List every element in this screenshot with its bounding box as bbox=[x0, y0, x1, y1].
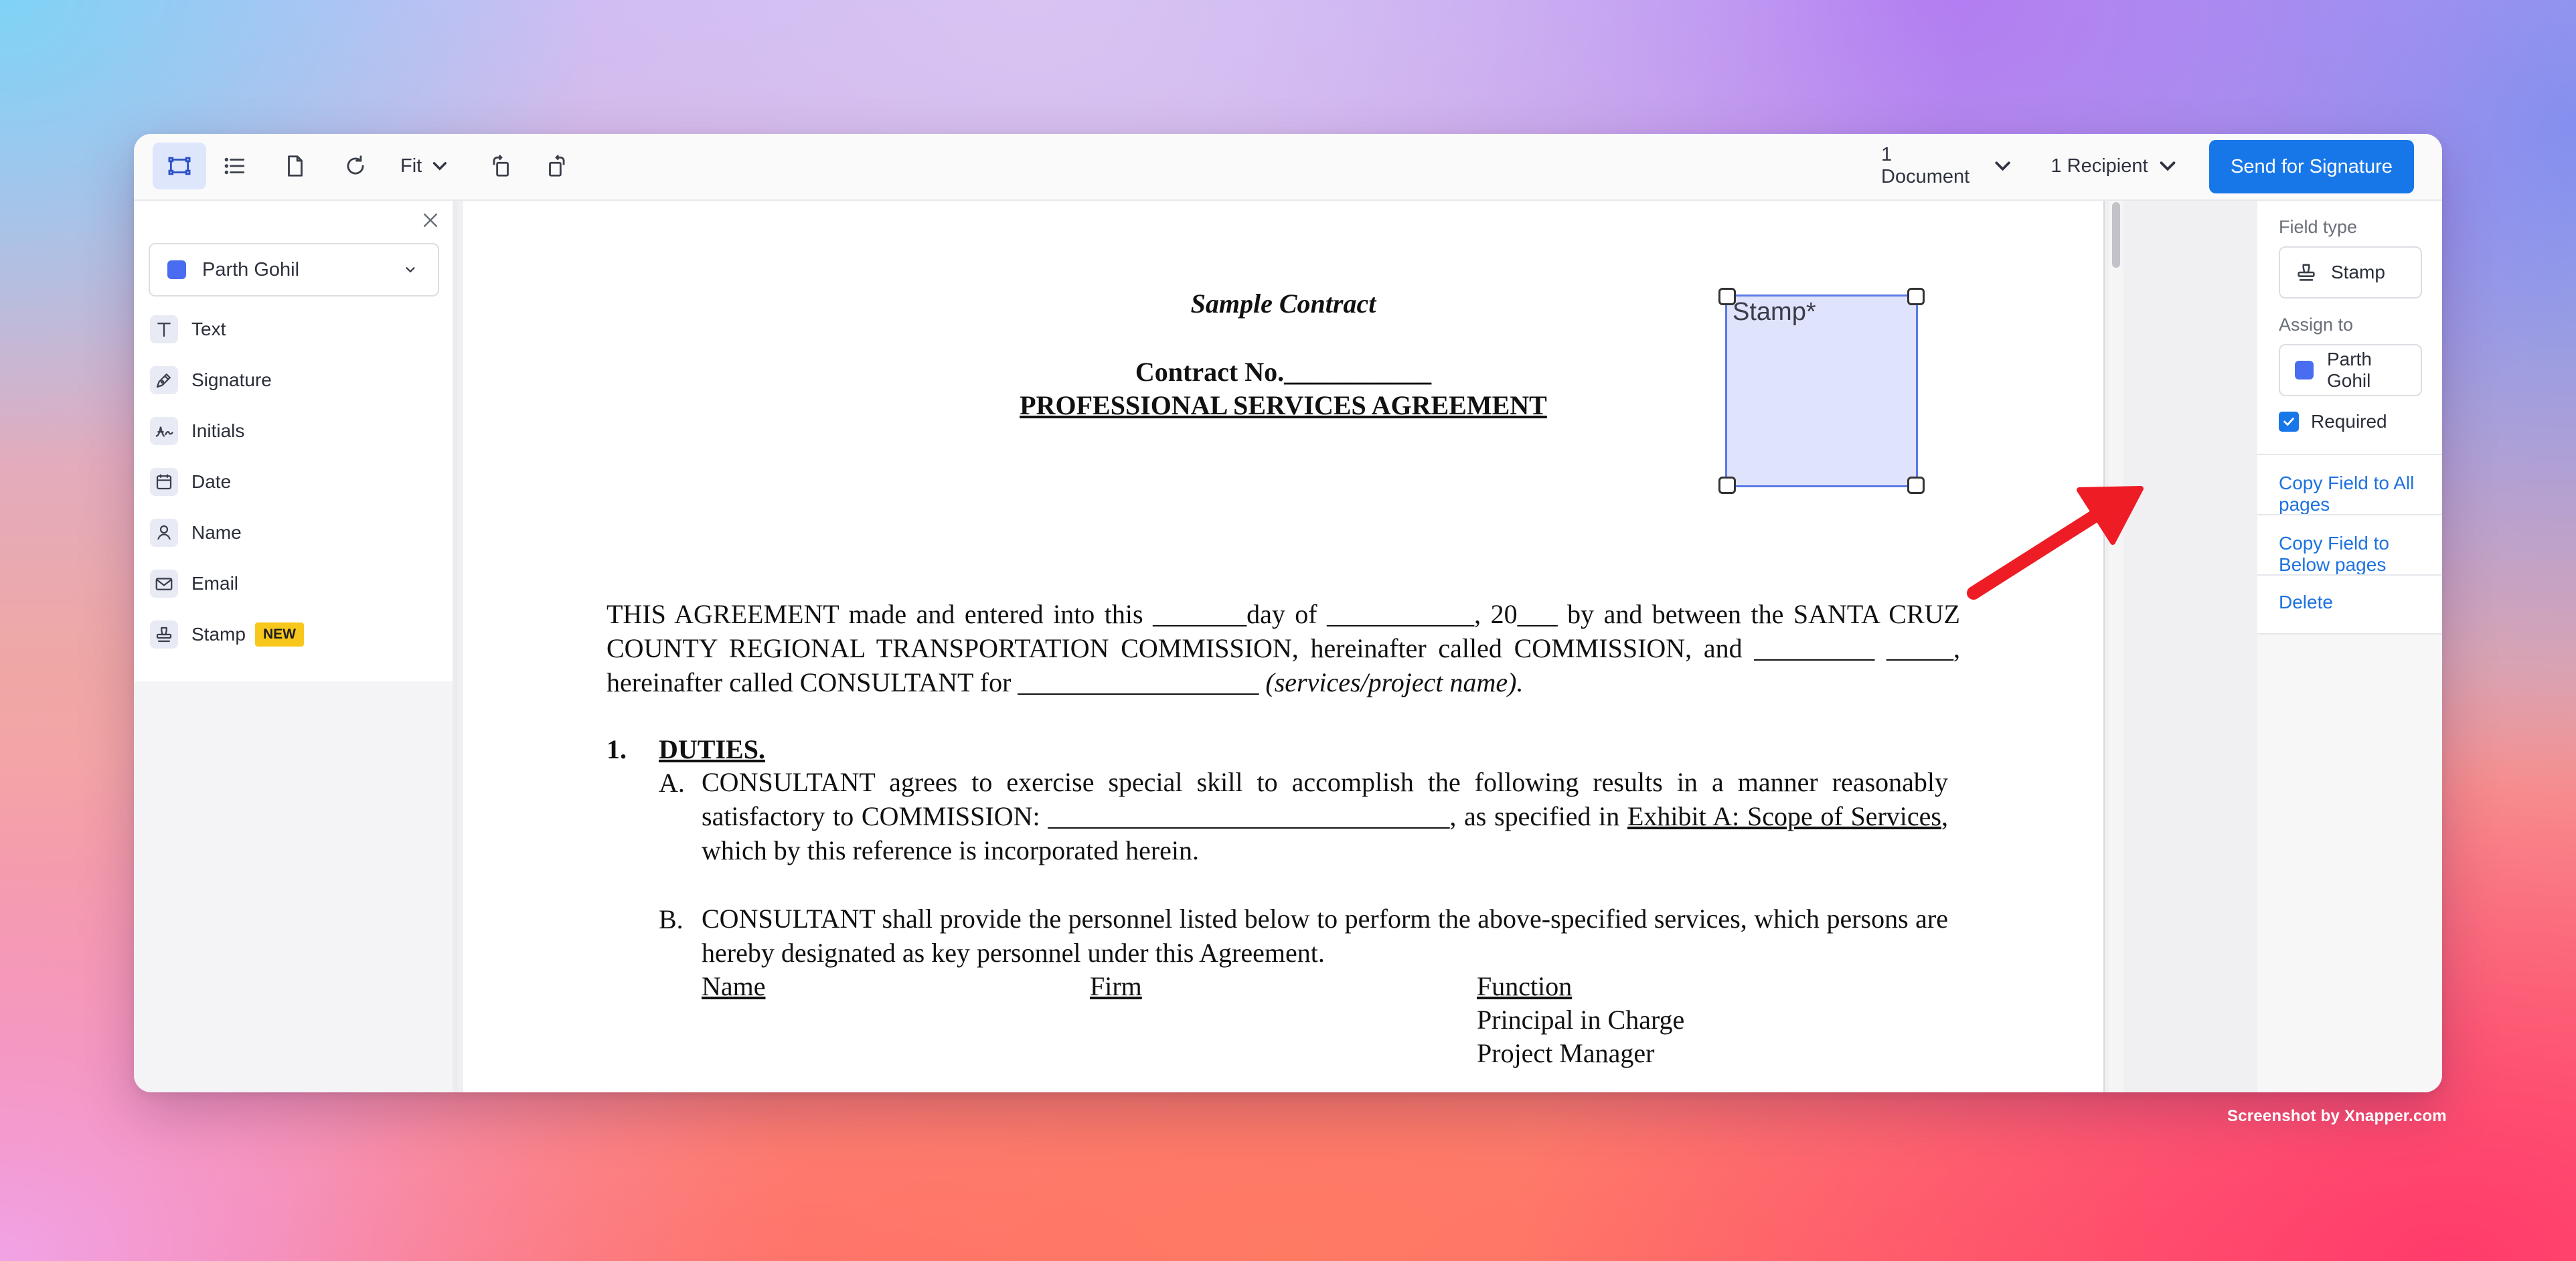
document-page: Sample Contract Contract No.___________ … bbox=[463, 201, 2105, 1092]
item-a-paragraph: CONSULTANT agrees to exercise special sk… bbox=[702, 765, 1948, 867]
section-title: DUTIES. bbox=[659, 734, 765, 764]
rotate-left-button[interactable] bbox=[478, 143, 525, 189]
recipient-select[interactable]: Parth Gohil bbox=[149, 243, 439, 297]
pen-icon bbox=[150, 366, 178, 394]
field-label: Name bbox=[191, 522, 242, 543]
assign-to-label: Assign to bbox=[2279, 315, 2354, 335]
recipients-label: 1 Recipient bbox=[2050, 155, 2148, 177]
resize-handle-top-right[interactable] bbox=[1907, 288, 1925, 305]
stamp-field-label: Stamp* bbox=[1733, 298, 1816, 326]
chevron-down-icon bbox=[432, 162, 447, 171]
intro-paragraph: THIS AGREEMENT made and entered into thi… bbox=[607, 597, 1960, 699]
assign-to-select[interactable]: Parth Gohil bbox=[2279, 344, 2422, 396]
field-item-date[interactable]: Date bbox=[150, 465, 231, 499]
recipients-dropdown[interactable]: 1 Recipient bbox=[2048, 143, 2182, 189]
select-tool-button[interactable] bbox=[153, 143, 206, 189]
field-type-select[interactable]: Stamp bbox=[2279, 246, 2422, 299]
resize-handle-bottom-right[interactable] bbox=[1907, 477, 1925, 494]
refresh-button[interactable] bbox=[332, 143, 379, 189]
field-label: Date bbox=[191, 471, 232, 492]
column-firm: Firm bbox=[1090, 971, 1142, 1001]
column-function: Function bbox=[1477, 971, 1573, 1001]
field-item-signature[interactable]: Signature bbox=[150, 363, 272, 398]
field-properties-panel: Field type Stamp Assign to Parth Gohil R… bbox=[2257, 201, 2442, 1092]
required-checkbox[interactable]: Required bbox=[2279, 411, 2387, 432]
stamp-icon bbox=[2298, 264, 2315, 281]
chevron-down-icon bbox=[406, 267, 415, 273]
document-button[interactable] bbox=[272, 143, 319, 189]
envelope-icon bbox=[150, 570, 178, 598]
list-icon bbox=[224, 157, 245, 175]
copy-field-below-pages-link[interactable]: Copy Field to Below pages bbox=[2279, 533, 2442, 576]
field-type-value: Stamp bbox=[2331, 262, 2385, 282]
divider bbox=[2257, 514, 2442, 515]
new-badge: NEW bbox=[254, 622, 304, 647]
list-view-button[interactable] bbox=[212, 143, 258, 189]
field-item-name[interactable]: Name bbox=[150, 515, 242, 550]
zoom-fit-dropdown[interactable]: Fit bbox=[400, 143, 451, 189]
divider bbox=[2257, 633, 2442, 635]
divider bbox=[2257, 454, 2442, 455]
recipient-name: Parth Gohil bbox=[202, 258, 300, 280]
toolbar: Fit 1 Document 1 Recipient Send for Sign… bbox=[134, 134, 2442, 201]
field-item-stamp[interactable]: Stamp NEW bbox=[150, 617, 304, 652]
field-label: Email bbox=[191, 573, 239, 594]
rotate-right-button[interactable] bbox=[533, 143, 580, 189]
copy-field-all-pages-link[interactable]: Copy Field to All pages bbox=[2279, 473, 2442, 515]
field-type-label: Field type bbox=[2279, 217, 2358, 237]
resize-handle-top-left[interactable] bbox=[1718, 288, 1736, 305]
select-frame-icon bbox=[168, 157, 191, 175]
screenshot-credit: Screenshot by Xnapper.com bbox=[2227, 1107, 2447, 1125]
exhibit-link[interactable]: Exhibit A: Scope of Services bbox=[1627, 801, 1941, 831]
field-label: Stamp bbox=[191, 624, 246, 645]
function-item: Project Manager bbox=[1477, 1038, 1655, 1068]
column-name: Name bbox=[702, 971, 766, 1001]
app-window: Fit 1 Document 1 Recipient Send for Sign… bbox=[134, 134, 2442, 1092]
chevron-down-icon bbox=[1995, 161, 2010, 171]
resize-handle-bottom-left[interactable] bbox=[1718, 477, 1736, 494]
initials-icon bbox=[150, 417, 178, 445]
document-icon bbox=[288, 155, 303, 177]
rotate-page-right-icon bbox=[549, 155, 565, 177]
document-viewer: Sample Contract Contract No.___________ … bbox=[458, 201, 2257, 1092]
field-item-initials[interactable]: Initials bbox=[150, 414, 244, 448]
person-icon bbox=[150, 519, 178, 547]
recipient-color-swatch bbox=[2295, 361, 2314, 380]
item-b-label: B. bbox=[659, 904, 683, 934]
field-label: Signature bbox=[191, 369, 272, 390]
documents-label: 1 Document bbox=[1881, 144, 1970, 187]
fields-sidebar-content: Parth Gohil Text Signature Initials Date bbox=[134, 201, 453, 681]
assign-to-value: Parth Gohil bbox=[2326, 349, 2372, 391]
function-item: Principal in Charge bbox=[1477, 1005, 1685, 1035]
annotation-arrow bbox=[1967, 486, 2144, 600]
chevron-down-icon bbox=[2160, 161, 2175, 171]
rotate-icon bbox=[347, 155, 364, 175]
scrollbar-track[interactable] bbox=[2109, 201, 2123, 1092]
item-b-paragraph: CONSULTANT shall provide the personnel l… bbox=[702, 904, 1948, 968]
item-a-label: A. bbox=[659, 768, 685, 798]
required-label: Required bbox=[2311, 411, 2387, 432]
recipient-color-swatch bbox=[167, 260, 186, 279]
checkbox-checked-icon bbox=[2279, 412, 2299, 432]
documents-dropdown[interactable]: 1 Document bbox=[1881, 143, 2015, 189]
fields-sidebar: Parth Gohil Text Signature Initials Date bbox=[134, 201, 458, 1092]
rotate-page-left-icon bbox=[493, 155, 509, 177]
delete-field-link[interactable]: Delete bbox=[2279, 592, 2333, 613]
intro-italic: (services/project name). bbox=[1265, 667, 1524, 697]
text-icon bbox=[150, 315, 178, 343]
scrollbar-thumb[interactable] bbox=[2112, 202, 2120, 268]
close-icon[interactable] bbox=[420, 210, 440, 230]
stamp-field[interactable]: Stamp* bbox=[1718, 288, 1925, 494]
stamp-icon bbox=[150, 620, 178, 649]
field-label: Initials bbox=[191, 420, 245, 441]
section-number: 1. bbox=[607, 734, 627, 764]
zoom-fit-label: Fit bbox=[400, 155, 422, 177]
field-item-email[interactable]: Email bbox=[150, 566, 238, 601]
field-label: Text bbox=[191, 319, 226, 339]
send-for-signature-button[interactable]: Send for Signature bbox=[2209, 140, 2414, 193]
field-item-text[interactable]: Text bbox=[150, 312, 226, 347]
calendar-icon bbox=[150, 468, 178, 496]
